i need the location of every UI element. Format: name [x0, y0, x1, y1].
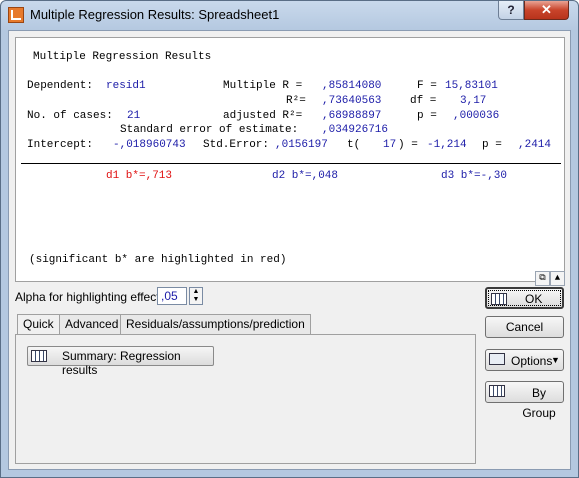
by-group-label: By Group: [522, 386, 556, 420]
multiple-r-label: Multiple R =: [223, 80, 303, 92]
tab-quick[interactable]: Quick: [17, 314, 60, 335]
options-label: Options: [511, 354, 553, 368]
by-group-icon: [489, 385, 505, 397]
app-icon: [8, 7, 24, 23]
close-button[interactable]: ✕: [524, 1, 569, 20]
options-button[interactable]: Options ▼: [485, 349, 564, 371]
std-err-label: Standard error of estimate:: [120, 124, 299, 136]
dialog-client: Multiple Regression Results Dependent: r…: [8, 30, 571, 470]
f-label: F =: [417, 80, 437, 92]
r2-label: R²=: [286, 95, 306, 107]
tab-residuals[interactable]: Residuals/assumptions/prediction: [120, 314, 311, 334]
window-title: Multiple Regression Results: Spreadsheet…: [30, 7, 280, 22]
summary-button-label: Summary: Regression results: [62, 349, 181, 377]
results-divider: [21, 163, 561, 164]
copy-icon[interactable]: ⧉: [535, 271, 550, 286]
spin-down-icon[interactable]: ▼: [190, 296, 202, 304]
dropdown-arrow-icon: ▼: [551, 355, 560, 365]
tab-advanced[interactable]: Advanced: [59, 314, 125, 334]
intercept-p-label: p =: [482, 139, 502, 151]
coefficient-d1: d1 b*=,713: [106, 170, 173, 182]
coefficient-d2: d2 b*=,048: [272, 170, 339, 182]
help-button[interactable]: ?: [498, 1, 524, 20]
df-label: df =: [410, 95, 437, 107]
f-value: 15,83101: [445, 80, 498, 92]
alpha-spinner[interactable]: ▲ ▼: [189, 287, 203, 305]
t-label: t(: [347, 139, 361, 151]
dependent-value: resid1: [106, 80, 146, 92]
ok-icon: [491, 293, 507, 305]
multiple-r-value: ,85814080: [322, 80, 382, 92]
dialog-window: Multiple Regression Results: Spreadsheet…: [0, 0, 579, 478]
intercept-stderr-value: ,0156197: [275, 139, 328, 151]
intercept-label: Intercept:: [27, 139, 94, 151]
ok-label: OK: [525, 292, 543, 306]
results-panel: Multiple Regression Results Dependent: r…: [15, 37, 565, 286]
spreadsheet-icon: [31, 350, 47, 362]
t-df: 17: [383, 139, 397, 151]
p-label: p =: [417, 110, 437, 122]
cancel-button[interactable]: Cancel: [485, 316, 564, 338]
options-icon: [489, 353, 505, 365]
results-heading: Multiple Regression Results: [33, 51, 212, 63]
collapse-up-icon[interactable]: ▲: [550, 271, 565, 286]
ok-button[interactable]: OK: [485, 287, 564, 309]
intercept-stderr-label: Std.Error:: [203, 139, 270, 151]
t-value: -1,214: [427, 139, 467, 151]
title-bar: Multiple Regression Results: Spreadsheet…: [1, 1, 578, 29]
cases-label: No. of cases:: [27, 110, 113, 122]
alpha-input[interactable]: ,05: [157, 287, 187, 305]
t-eq: ) =: [398, 139, 418, 151]
df-value: 3,17: [460, 95, 487, 107]
adj-r2-label: adjusted R²=: [223, 110, 303, 122]
adj-r2-value: ,68988897: [322, 110, 382, 122]
footnote: (significant b* are highlighted in red): [29, 254, 287, 266]
dependent-label: Dependent:: [27, 80, 94, 92]
alpha-label: Alpha for highlighting effects:: [15, 290, 169, 304]
summary-regression-button[interactable]: Summary: Regression results: [27, 346, 214, 377]
coefficient-d3: d3 b*=-,30: [441, 170, 508, 182]
p-value: ,000036: [453, 110, 500, 122]
by-group-button[interactable]: By Group: [485, 381, 564, 420]
intercept-p-value: ,2414: [518, 139, 552, 151]
r2-value: ,73640563: [322, 95, 382, 107]
intercept-value: -,018960743: [113, 139, 186, 151]
spin-up-icon[interactable]: ▲: [190, 288, 202, 296]
cases-value: 21: [127, 110, 141, 122]
std-err-value: ,034926716: [322, 124, 389, 136]
